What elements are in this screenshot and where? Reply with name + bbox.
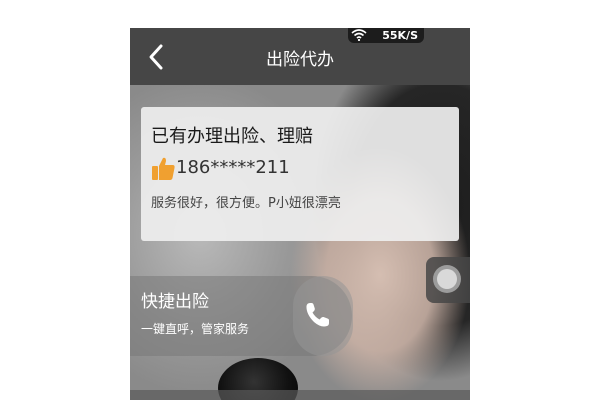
floating-assistive-button[interactable] bbox=[426, 257, 470, 303]
reviewer-phone: 186*****211 bbox=[176, 157, 290, 178]
assistive-dot bbox=[437, 269, 457, 289]
quick-claim-subtitle: 一键直呼，管家服务 bbox=[141, 322, 250, 336]
review-comment: 服务很好，很方便。P小妞很漂亮 bbox=[151, 196, 341, 211]
review-card: 已有办理出险、理赔 186*****211 服务很好，很方便。P小妞很漂亮 bbox=[141, 107, 459, 241]
phone-icon[interactable] bbox=[302, 300, 332, 330]
thumbs-up-icon bbox=[152, 157, 175, 180]
status-bar: 55K/S bbox=[348, 28, 424, 43]
review-card-title: 已有办理出险、理赔 bbox=[151, 126, 313, 147]
quick-claim-panel[interactable]: 快捷出险 一键直呼，管家服务 bbox=[130, 276, 353, 356]
bottom-strip bbox=[130, 390, 470, 400]
network-speed: 55K/S bbox=[382, 29, 418, 42]
phone-screen: 出险代办 55K/S 已有办理出险、理赔 186*****211 服务很好，很方… bbox=[130, 28, 470, 400]
wifi-icon bbox=[351, 29, 367, 41]
page-title: 出险代办 bbox=[266, 50, 334, 70]
quick-claim-title: 快捷出险 bbox=[141, 292, 209, 312]
